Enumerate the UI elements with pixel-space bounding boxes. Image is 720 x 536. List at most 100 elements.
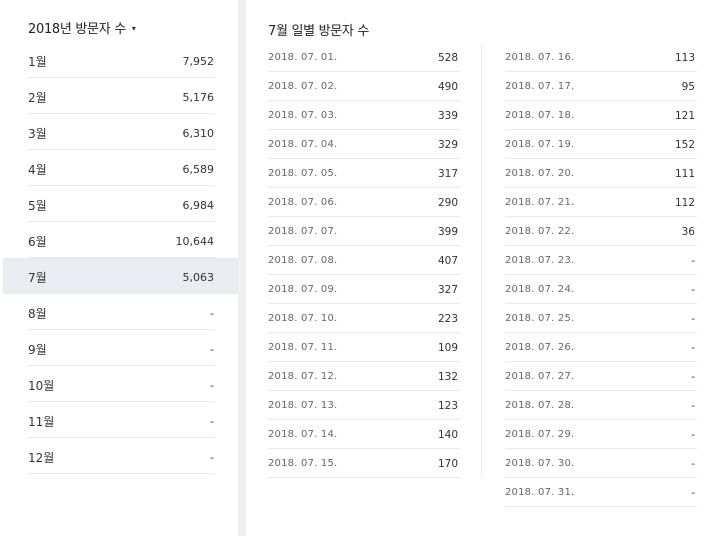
day-row: 2018. 07. 20. 111 <box>505 159 697 188</box>
day-date: 2018. 07. 10. <box>268 313 338 324</box>
daily-list-first-column: 2018. 07. 01. 528 2018. 07. 02. 490 2018. 07… <box>268 43 460 478</box>
day-row: 2018. 07. 01. 528 <box>268 43 460 72</box>
month-row[interactable]: 6월 10,644 <box>3 222 238 258</box>
month-label: 5월 <box>28 199 47 213</box>
month-row[interactable]: 12월 - <box>3 438 238 474</box>
day-row: 2018. 07. 23. - <box>505 246 697 275</box>
day-date: 2018. 07. 30. <box>505 458 575 469</box>
day-date: 2018. 07. 06. <box>268 197 338 208</box>
day-date: 2018. 07. 05. <box>268 168 338 179</box>
day-visitor-count: - <box>691 371 695 383</box>
day-date: 2018. 07. 22. <box>505 226 575 237</box>
day-visitor-count: 121 <box>674 110 695 122</box>
day-date: 2018. 07. 24. <box>505 284 575 295</box>
day-date: 2018. 07. 04. <box>268 139 338 150</box>
month-label: 3월 <box>28 127 47 141</box>
day-visitor-count: 290 <box>437 197 458 209</box>
day-visitor-count: 528 <box>437 52 458 64</box>
day-visitor-count: - <box>691 284 695 296</box>
month-row[interactable]: 2월 5,176 <box>3 78 238 114</box>
day-visitor-count: 339 <box>437 110 458 122</box>
day-visitor-count: - <box>691 429 695 441</box>
column-divider <box>481 45 482 477</box>
day-row: 2018. 07. 16. 113 <box>505 43 697 72</box>
month-visitor-count: - <box>210 415 214 428</box>
day-row: 2018. 07. 02. 490 <box>268 72 460 101</box>
month-visitor-count: 10,644 <box>175 235 215 248</box>
day-date: 2018. 07. 28. <box>505 400 575 411</box>
month-row[interactable]: 4월 6,589 <box>3 150 238 186</box>
month-row[interactable]: 9월 - <box>3 330 238 366</box>
month-label: 4월 <box>28 163 47 177</box>
day-row: 2018. 07. 12. 132 <box>268 362 460 391</box>
day-row: 2018. 07. 26. - <box>505 333 697 362</box>
month-label: 8월 <box>28 307 47 321</box>
day-date: 2018. 07. 27. <box>505 371 575 382</box>
day-row: 2018. 07. 17. 95 <box>505 72 697 101</box>
month-row[interactable]: 10월 - <box>3 366 238 402</box>
day-row: 2018. 07. 24. - <box>505 275 697 304</box>
month-visitor-count: - <box>210 343 214 356</box>
day-visitor-count: 399 <box>437 226 458 238</box>
month-visitor-count: - <box>210 307 214 320</box>
month-label: 6월 <box>28 235 47 249</box>
day-visitor-count: 152 <box>674 139 695 151</box>
day-visitor-count: - <box>691 458 695 470</box>
day-visitor-count: 113 <box>674 52 695 64</box>
day-visitor-count: 329 <box>437 139 458 151</box>
day-visitor-count: 170 <box>437 458 458 470</box>
day-date: 2018. 07. 13. <box>268 400 338 411</box>
day-visitor-count: 490 <box>437 81 458 93</box>
day-date: 2018. 07. 03. <box>268 110 338 121</box>
day-visitor-count: - <box>691 342 695 354</box>
day-row: 2018. 07. 27. - <box>505 362 697 391</box>
day-row: 2018. 07. 07. 399 <box>268 217 460 246</box>
month-visitor-count: 5,176 <box>182 91 215 104</box>
day-visitor-count: 407 <box>437 255 458 267</box>
month-row[interactable]: 3월 6,310 <box>3 114 238 150</box>
month-list: 1월 7,952 2월 5,176 3월 6,310 4월 6,589 5월 6,984 6월 10,… <box>3 42 238 474</box>
year-selector-label: 2018년 방문자 수 <box>28 22 126 37</box>
month-row[interactable]: 1월 7,952 <box>3 42 238 78</box>
day-visitor-count: 36 <box>681 226 695 238</box>
day-visitor-count: - <box>691 487 695 499</box>
monthly-panel: 2018년 방문자 수 ▾ 1월 7,952 2월 5,176 3월 6,310 4월 6,58… <box>0 0 238 536</box>
day-visitor-count: - <box>691 255 695 267</box>
day-row: 2018. 07. 31. - <box>505 478 697 507</box>
day-row: 2018. 07. 09. 327 <box>268 275 460 304</box>
row-separator <box>268 477 460 478</box>
day-date: 2018. 07. 18. <box>505 110 575 121</box>
month-label: 12월 <box>28 451 55 465</box>
year-selector[interactable]: 2018년 방문자 수 ▾ <box>28 18 136 37</box>
caret-down-icon: ▾ <box>131 24 136 33</box>
day-row: 2018. 07. 30. - <box>505 449 697 478</box>
daily-title: 7월 일별 방문자 수 <box>268 24 370 39</box>
month-row[interactable]: 8월 - <box>3 294 238 330</box>
month-row[interactable]: 5월 6,984 <box>3 186 238 222</box>
day-row: 2018. 07. 15. 170 <box>268 449 460 478</box>
day-date: 2018. 07. 19. <box>505 139 575 150</box>
day-date: 2018. 07. 01. <box>268 52 338 63</box>
month-row[interactable]: 11월 - <box>3 402 238 438</box>
day-row: 2018. 07. 11. 109 <box>268 333 460 362</box>
day-date: 2018. 07. 29. <box>505 429 575 440</box>
month-visitor-count: - <box>210 451 214 464</box>
month-visitor-count: 5,063 <box>182 271 215 284</box>
day-date: 2018. 07. 07. <box>268 226 338 237</box>
day-row: 2018. 07. 28. - <box>505 391 697 420</box>
day-row: 2018. 07. 03. 339 <box>268 101 460 130</box>
month-row[interactable]: 7월 5,063 <box>3 258 238 294</box>
day-row: 2018. 07. 08. 407 <box>268 246 460 275</box>
panel-divider <box>238 0 246 536</box>
day-row: 2018. 07. 19. 152 <box>505 130 697 159</box>
day-date: 2018. 07. 25. <box>505 313 575 324</box>
day-row: 2018. 07. 29. - <box>505 420 697 449</box>
day-date: 2018. 07. 23. <box>505 255 575 266</box>
day-row: 2018. 07. 06. 290 <box>268 188 460 217</box>
day-row: 2018. 07. 04. 329 <box>268 130 460 159</box>
day-visitor-count: - <box>691 313 695 325</box>
daily-list-second-column: 2018. 07. 16. 113 2018. 07. 17. 95 2018. 07.… <box>505 43 697 507</box>
day-visitor-count: 140 <box>437 429 458 441</box>
row-separator <box>505 506 697 507</box>
day-visitor-count: 327 <box>437 284 458 296</box>
